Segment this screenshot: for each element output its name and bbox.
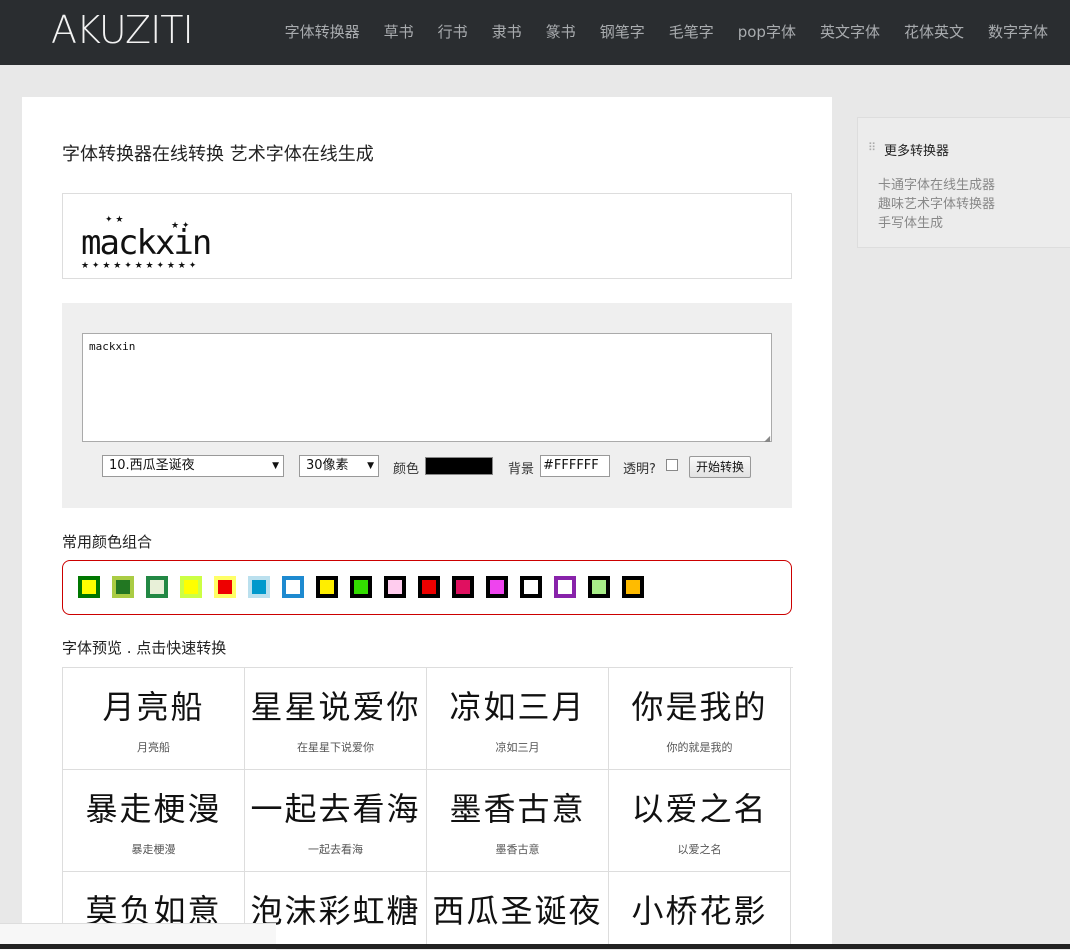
font-preview-art: 你是我的 bbox=[631, 688, 768, 726]
color-combo-swatch[interactable] bbox=[520, 576, 542, 598]
font-preview-caption: 你的就是我的 bbox=[666, 741, 733, 754]
font-preview-art: 以爱之名 bbox=[631, 790, 768, 828]
nav-item-zhuanshu[interactable]: 篆书 bbox=[546, 21, 576, 42]
font-preview-art: 墨香古意 bbox=[449, 790, 586, 828]
main-nav: 字体转换器 草书 行书 隶书 篆书 钢笔字 毛笔字 pop字体 英文字体 花体英… bbox=[261, 21, 1048, 42]
color-combo-swatch[interactable] bbox=[588, 576, 610, 598]
font-preview-cell[interactable]: 暴走梗漫 暴走梗漫 bbox=[63, 770, 245, 872]
nav-item-digits[interactable]: 数字字体 bbox=[988, 21, 1048, 42]
svg-text:✦ ★: ✦ ★ bbox=[105, 215, 123, 225]
preview-art: mackxin ★ ✦ ★ ★ ✦ ★ ★ ✦ ★ ★ ✦ ✦ ★ ★ ✦ bbox=[81, 215, 212, 271]
font-preview-label: 字体预览 . 点击快速转换 bbox=[62, 639, 227, 657]
dropdown-arrow-icon: ▼ bbox=[367, 461, 374, 471]
color-combo-swatch[interactable] bbox=[78, 576, 100, 598]
resize-handle-icon[interactable]: ◢ bbox=[764, 434, 770, 443]
color-combo-swatch[interactable] bbox=[622, 576, 644, 598]
font-preview-art: 星星说爱你 bbox=[250, 688, 421, 726]
color-combo-swatch[interactable] bbox=[384, 576, 406, 598]
dropdown-arrow-icon: ▼ bbox=[272, 461, 279, 471]
main-content: 字体转换器在线转换 艺术字体在线生成 mackxin ★ ✦ ★ ★ ✦ ★ ★… bbox=[22, 97, 832, 949]
font-select-value: 10.西瓜圣诞夜 bbox=[109, 458, 195, 473]
font-preview-cell[interactable]: 墨香古意 墨香古意 bbox=[427, 770, 609, 872]
font-preview-art: 一起去看海 bbox=[250, 790, 421, 828]
nav-item-font-converter[interactable]: 字体转换器 bbox=[285, 21, 360, 42]
font-preview-caption: 凉如三月 bbox=[495, 741, 540, 754]
svg-text:★ ✦ ★ ★ ✦ ★ ★ ✦ ★ ★ ✦: ★ ✦ ★ ★ ✦ ★ ★ ✦ ★ ★ ✦ bbox=[81, 261, 197, 271]
font-preview-art: 西瓜圣诞夜 bbox=[432, 892, 603, 930]
sidebar-title-text: 更多转换器 bbox=[884, 144, 950, 159]
font-preview-cell[interactable]: 月亮船 月亮船 bbox=[63, 668, 245, 770]
preview-text: mackxin bbox=[81, 223, 210, 263]
color-label: 颜色 bbox=[393, 462, 420, 477]
converter-form: mackxin ◢ 10.西瓜圣诞夜 ▼ 30像素 ▼ 颜色 背景 #FFFFF… bbox=[62, 303, 792, 508]
converter-controls: 10.西瓜圣诞夜 ▼ 30像素 ▼ 颜色 背景 #FFFFFF 透明? 开始转换 bbox=[102, 455, 792, 479]
color-combo-swatch[interactable] bbox=[316, 576, 338, 598]
nav-item-pop[interactable]: pop字体 bbox=[738, 21, 796, 42]
color-combos-label: 常用颜色组合 bbox=[62, 533, 153, 551]
color-combo-swatch[interactable] bbox=[282, 576, 304, 598]
nav-item-xingshu[interactable]: 行书 bbox=[438, 21, 468, 42]
font-preview-art: 凉如三月 bbox=[449, 688, 586, 726]
font-preview-caption: 以爱之名 bbox=[677, 843, 722, 856]
font-preview-cell[interactable]: 凉如三月 凉如三月 bbox=[427, 668, 609, 770]
nav-item-fancy-english[interactable]: 花体英文 bbox=[904, 21, 964, 42]
convert-button[interactable]: 开始转换 bbox=[689, 456, 751, 478]
top-navbar: AKUZITI 字体转换器 草书 行书 隶书 篆书 钢笔字 毛笔字 pop字体 … bbox=[0, 0, 1070, 65]
color-combo-swatch[interactable] bbox=[486, 576, 508, 598]
svg-text:★ ✦: ★ ✦ bbox=[171, 221, 190, 231]
font-preview-box: mackxin ★ ✦ ★ ★ ✦ ★ ★ ✦ ★ ★ ✦ ✦ ★ ★ ✦ bbox=[62, 193, 792, 279]
color-combo-swatch[interactable] bbox=[452, 576, 474, 598]
font-preview-art: 小桥花影 bbox=[631, 892, 768, 930]
color-combo-swatch[interactable] bbox=[146, 576, 168, 598]
nav-item-brush[interactable]: 毛笔字 bbox=[669, 21, 714, 42]
nav-item-caoshu[interactable]: 草书 bbox=[384, 21, 414, 42]
page-title: 字体转换器在线转换 艺术字体在线生成 bbox=[62, 144, 374, 165]
transparent-label: 透明? bbox=[623, 462, 656, 477]
font-preview-cell[interactable]: 你是我的你的就是我的 bbox=[609, 668, 791, 770]
size-select-value: 30像素 bbox=[306, 458, 349, 473]
color-combo-swatch[interactable] bbox=[350, 576, 372, 598]
sidebar-link-handwriting[interactable]: 手写体生成 bbox=[878, 212, 943, 231]
grip-icon: ⠿ bbox=[868, 141, 877, 154]
nav-item-english[interactable]: 英文字体 bbox=[820, 21, 880, 42]
text-input[interactable]: mackxin bbox=[82, 333, 772, 442]
color-combo-swatch[interactable] bbox=[418, 576, 440, 598]
color-combo-swatch[interactable] bbox=[112, 576, 134, 598]
font-preview-caption: 月亮船 bbox=[137, 741, 170, 754]
nav-item-pen[interactable]: 钢笔字 bbox=[600, 21, 645, 42]
font-preview-cell[interactable]: 以爱之名 以爱之名 bbox=[609, 770, 791, 872]
sidebar-title: ⠿ 更多转换器 bbox=[868, 140, 950, 159]
sidebar-link-cartoon[interactable]: 卡通字体在线生成器 bbox=[878, 174, 995, 193]
color-combo-swatch[interactable] bbox=[554, 576, 576, 598]
font-preview-cell[interactable]: 一起去看海 一起去看海 bbox=[245, 770, 427, 872]
site-logo[interactable]: AKUZITI bbox=[51, 8, 194, 52]
sidebar-link-fun-art[interactable]: 趣味艺术字体转换器 bbox=[878, 193, 995, 212]
font-preview-grid: 月亮船 月亮船 星星说爱你 在星星下说爱你 凉如三月 凉如三月 你是我的 你的就是我的 暴走梗漫… bbox=[62, 667, 793, 949]
bottom-edge bbox=[0, 944, 1070, 949]
color-picker[interactable] bbox=[425, 457, 493, 475]
color-combo-swatch[interactable] bbox=[180, 576, 202, 598]
font-preview-caption: 暴走梗漫 bbox=[131, 843, 176, 856]
color-combos-box bbox=[62, 560, 792, 615]
font-preview-cell[interactable]: 小桥花影 bbox=[609, 872, 791, 949]
font-preview-caption: 在星星下说爱你 bbox=[297, 741, 374, 754]
size-select[interactable]: 30像素 ▼ bbox=[299, 455, 379, 477]
font-preview-cell[interactable]: 星星说爱你在星星下说爱你 bbox=[245, 668, 427, 770]
color-combo-swatch[interactable] bbox=[248, 576, 270, 598]
background-color-input[interactable]: #FFFFFF bbox=[540, 455, 610, 477]
background-label: 背景 bbox=[508, 462, 535, 477]
font-preview-caption: 墨香古意 bbox=[495, 843, 540, 856]
font-preview-art: 暴走梗漫 bbox=[85, 790, 222, 828]
nav-item-lishu[interactable]: 隶书 bbox=[492, 21, 522, 42]
font-select[interactable]: 10.西瓜圣诞夜 ▼ bbox=[102, 455, 284, 477]
font-preview-caption: 一起去看海 bbox=[308, 843, 363, 856]
transparent-checkbox[interactable] bbox=[666, 459, 678, 471]
color-combo-swatch[interactable] bbox=[214, 576, 236, 598]
font-preview-cell[interactable]: 西瓜圣诞夜 bbox=[427, 872, 609, 949]
font-preview-art: 月亮船 bbox=[102, 688, 205, 726]
sidebar-more-converters: ⠿ 更多转换器 卡通字体在线生成器 趣味艺术字体转换器 手写体生成 bbox=[857, 117, 1070, 248]
